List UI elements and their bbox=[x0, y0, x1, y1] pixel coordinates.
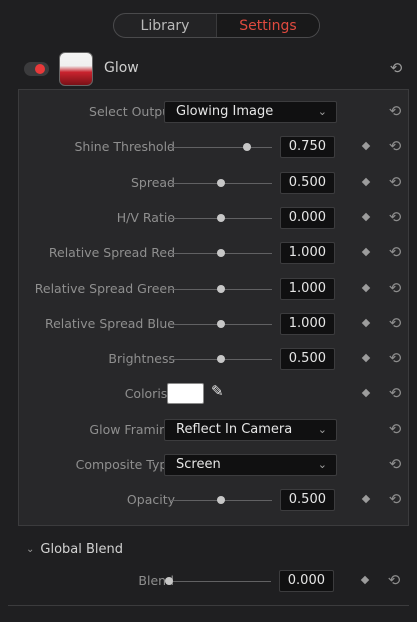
relative-spread-blue-reset-icon[interactable]: ⟲ bbox=[387, 315, 403, 331]
eyedropper-icon[interactable]: ✎ bbox=[211, 382, 231, 402]
row-composite-type: Composite Type Screen ⌄ ⟲ bbox=[19, 448, 408, 483]
select-output-reset-icon[interactable]: ⟲ bbox=[387, 103, 403, 119]
shine-threshold-slider-knob[interactable] bbox=[243, 143, 251, 151]
global-blend-header[interactable]: ⌄ Global Blend bbox=[26, 536, 123, 562]
row-relative-spread-red: Relative Spread Red 1.000 ⟲ bbox=[19, 236, 408, 271]
global-blend-title: Global Blend bbox=[40, 541, 124, 557]
hv-ratio-field[interactable]: 0.000 bbox=[280, 207, 335, 229]
relative-spread-red-reset-icon[interactable]: ⟲ bbox=[387, 244, 403, 260]
composite-type-label: Composite Type bbox=[75, 457, 175, 472]
row-blend: Blend 0.000 ⟲ bbox=[18, 564, 409, 600]
opacity-label: Opacity bbox=[126, 492, 175, 507]
glow-framing-dropdown[interactable]: Reflect In Camera ⌄ bbox=[164, 419, 337, 441]
hv-ratio-label: H/V Ratio bbox=[116, 210, 175, 225]
effect-title: Glow bbox=[104, 60, 139, 76]
shine-threshold-field[interactable]: 0.750 bbox=[280, 136, 335, 158]
brightness-slider-knob[interactable] bbox=[217, 355, 225, 363]
relative-spread-blue-keyframe-icon[interactable] bbox=[361, 318, 371, 328]
row-shine-threshold: Shine Threshold 0.750 ⟲ bbox=[19, 130, 408, 165]
blend-keyframe-icon[interactable] bbox=[360, 575, 370, 585]
colorise-reset-icon[interactable]: ⟲ bbox=[387, 385, 403, 401]
row-opacity: Opacity 0.500 ⟲ bbox=[19, 483, 408, 518]
colorise-keyframe-icon[interactable] bbox=[361, 388, 371, 398]
opacity-reset-icon[interactable]: ⟲ bbox=[387, 491, 403, 507]
relative-spread-red-keyframe-icon[interactable] bbox=[361, 247, 371, 257]
relative-spread-green-reset-icon[interactable]: ⟲ bbox=[387, 280, 403, 296]
blend-field[interactable]: 0.000 bbox=[279, 570, 334, 592]
spread-reset-icon[interactable]: ⟲ bbox=[387, 174, 403, 190]
hv-ratio-slider-knob[interactable] bbox=[217, 214, 225, 222]
effect-reset-icon[interactable]: ⟲ bbox=[387, 59, 405, 77]
opacity-keyframe-icon[interactable] bbox=[361, 494, 371, 504]
composite-type-value: Screen bbox=[176, 457, 221, 472]
effect-thumbnail bbox=[59, 52, 93, 86]
relative-spread-red-field[interactable]: 1.000 bbox=[280, 242, 335, 264]
relative-spread-red-slider-knob[interactable] bbox=[217, 249, 225, 257]
brightness-keyframe-icon[interactable] bbox=[361, 353, 371, 363]
bottom-strip bbox=[0, 600, 417, 622]
row-spread: Spread 0.500 ⟲ bbox=[19, 166, 408, 201]
row-select-output: Select Output Glowing Image ⌄ ⟲ bbox=[19, 95, 408, 130]
shine-threshold-reset-icon[interactable]: ⟲ bbox=[387, 138, 403, 154]
effect-header: Glow ⟲ bbox=[8, 49, 409, 89]
shine-threshold-label: Shine Threshold bbox=[74, 139, 175, 154]
blend-row-inner: Blend 0.000 ⟲ bbox=[18, 564, 407, 599]
tab-bar: Library Settings bbox=[113, 13, 320, 38]
blend-slider[interactable] bbox=[168, 581, 271, 582]
glow-framing-label: Glow Framing bbox=[89, 422, 175, 437]
relative-spread-green-keyframe-icon[interactable] bbox=[361, 283, 371, 293]
select-output-dropdown[interactable]: Glowing Image ⌄ bbox=[164, 101, 337, 123]
glow-framing-reset-icon[interactable]: ⟲ bbox=[387, 421, 403, 437]
hv-ratio-keyframe-icon[interactable] bbox=[361, 212, 371, 222]
colorise-swatch[interactable] bbox=[167, 383, 204, 404]
brightness-field[interactable]: 0.500 bbox=[280, 348, 335, 370]
glow-framing-value: Reflect In Camera bbox=[176, 422, 293, 437]
relative-spread-red-label: Relative Spread Red bbox=[48, 245, 175, 260]
chevron-down-icon: ⌄ bbox=[26, 543, 35, 555]
row-relative-spread-blue: Relative Spread Blue 1.000 ⟲ bbox=[19, 307, 408, 342]
opacity-field[interactable]: 0.500 bbox=[280, 489, 335, 511]
row-hv-ratio: H/V Ratio 0.000 ⟲ bbox=[19, 201, 408, 236]
spread-field[interactable]: 0.500 bbox=[280, 172, 335, 194]
chevron-down-icon: ⌄ bbox=[317, 105, 327, 118]
settings-panel: Select Output Glowing Image ⌄ ⟲ Shine Th… bbox=[18, 89, 409, 526]
select-output-label: Select Output bbox=[89, 104, 175, 119]
composite-type-reset-icon[interactable]: ⟲ bbox=[387, 456, 403, 472]
select-output-value: Glowing Image bbox=[176, 104, 274, 119]
spread-slider-knob[interactable] bbox=[217, 179, 225, 187]
row-glow-framing: Glow Framing Reflect In Camera ⌄ ⟲ bbox=[19, 413, 408, 448]
chevron-down-icon: ⌄ bbox=[317, 458, 327, 471]
relative-spread-blue-slider-knob[interactable] bbox=[217, 320, 225, 328]
hv-ratio-reset-icon[interactable]: ⟲ bbox=[387, 209, 403, 225]
relative-spread-green-field[interactable]: 1.000 bbox=[280, 278, 335, 300]
relative-spread-blue-label: Relative Spread Blue bbox=[44, 316, 175, 331]
opacity-slider-knob[interactable] bbox=[217, 496, 225, 504]
blend-slider-knob[interactable] bbox=[165, 577, 173, 585]
shine-threshold-keyframe-icon[interactable] bbox=[361, 141, 371, 151]
relative-spread-green-label: Relative Spread Green bbox=[34, 281, 175, 296]
shine-threshold-slider[interactable] bbox=[169, 147, 272, 148]
blend-reset-icon[interactable]: ⟲ bbox=[386, 572, 402, 588]
row-colorise: Colorise ✎ ⟲ bbox=[19, 377, 408, 412]
effect-enable-toggle[interactable] bbox=[24, 62, 49, 76]
tab-settings[interactable]: Settings bbox=[216, 14, 319, 37]
chevron-down-icon: ⌄ bbox=[317, 423, 327, 436]
relative-spread-green-slider-knob[interactable] bbox=[217, 285, 225, 293]
toggle-on-indicator bbox=[35, 64, 45, 74]
divider bbox=[8, 605, 409, 606]
row-relative-spread-green: Relative Spread Green 1.000 ⟲ bbox=[19, 272, 408, 307]
relative-spread-blue-field[interactable]: 1.000 bbox=[280, 313, 335, 335]
row-brightness: Brightness 0.500 ⟲ bbox=[19, 342, 408, 377]
brightness-label: Brightness bbox=[108, 351, 175, 366]
brightness-reset-icon[interactable]: ⟲ bbox=[387, 350, 403, 366]
tab-library[interactable]: Library bbox=[114, 14, 216, 37]
spread-keyframe-icon[interactable] bbox=[361, 177, 371, 187]
composite-type-dropdown[interactable]: Screen ⌄ bbox=[164, 454, 337, 476]
